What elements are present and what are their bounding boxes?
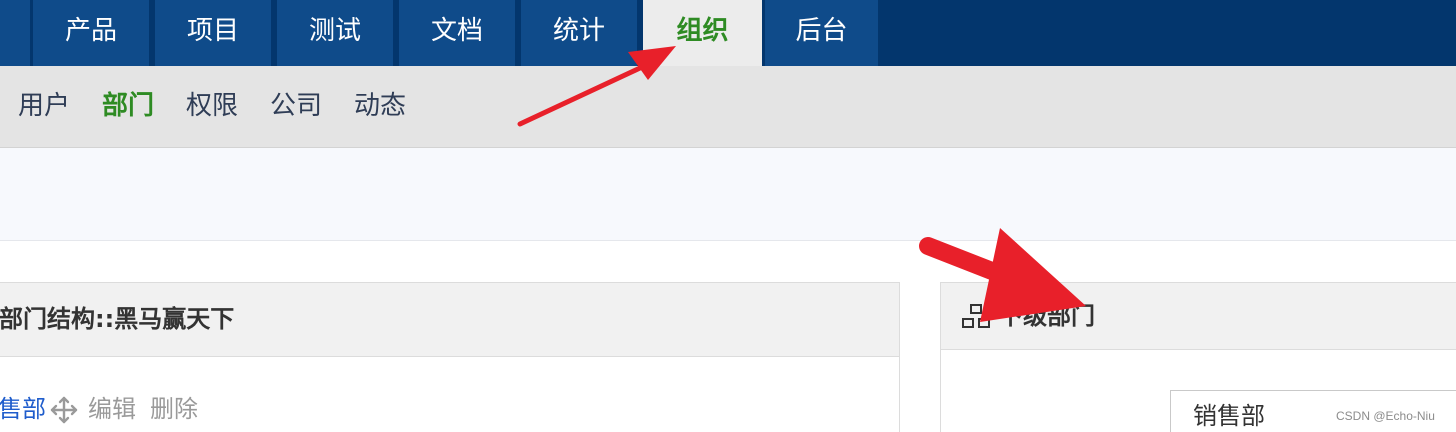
tab-projects[interactable]: 项目 — [155, 0, 274, 66]
subnav-item-permissions[interactable]: 权限 — [186, 86, 238, 126]
tab-admin[interactable]: 后台 — [765, 0, 881, 66]
subnav-item-company[interactable]: 公司 — [270, 86, 322, 126]
delete-link[interactable]: 删除 — [150, 390, 198, 428]
child-departments-header: 下级部门 — [941, 283, 1456, 350]
sitemap-icon — [962, 304, 990, 328]
department-node-link[interactable]: 售部 — [0, 390, 46, 428]
tab-statistics[interactable]: 统计 — [521, 0, 640, 66]
child-departments-title: 下级部门 — [999, 302, 1095, 330]
toolbar-band — [0, 148, 1456, 241]
subnav-item-departments[interactable]: 部门 — [102, 86, 154, 126]
top-nav: 产品 项目 测试 文档 统计 组织 后台 — [0, 0, 1456, 66]
department-tree-title: 部门结构::黑马赢天下 — [0, 305, 235, 333]
sub-nav: 用户 部门 权限 公司 动态 — [0, 66, 1456, 148]
watermark-text: CSDN @Echo-Niu — [1336, 409, 1435, 423]
annotation-arrow-shaft-right — [919, 237, 1029, 291]
move-arrows-icon[interactable] — [50, 396, 78, 424]
tab-organization[interactable]: 组织 — [643, 0, 762, 66]
department-tree-header: 部门结构::黑马赢天下 — [0, 283, 899, 357]
app-root: 产品 项目 测试 文档 统计 组织 后台 用户 部门 权限 公司 动态 部门结构… — [0, 0, 1456, 432]
tab-testing[interactable]: 测试 — [277, 0, 396, 66]
tab-products[interactable]: 产品 — [33, 0, 152, 66]
tab-documents[interactable]: 文档 — [399, 0, 518, 66]
top-nav-edge — [0, 0, 30, 66]
edit-link[interactable]: 编辑 — [88, 390, 136, 428]
subnav-item-activity[interactable]: 动态 — [354, 86, 406, 126]
subnav-item-users[interactable]: 用户 — [18, 86, 70, 126]
